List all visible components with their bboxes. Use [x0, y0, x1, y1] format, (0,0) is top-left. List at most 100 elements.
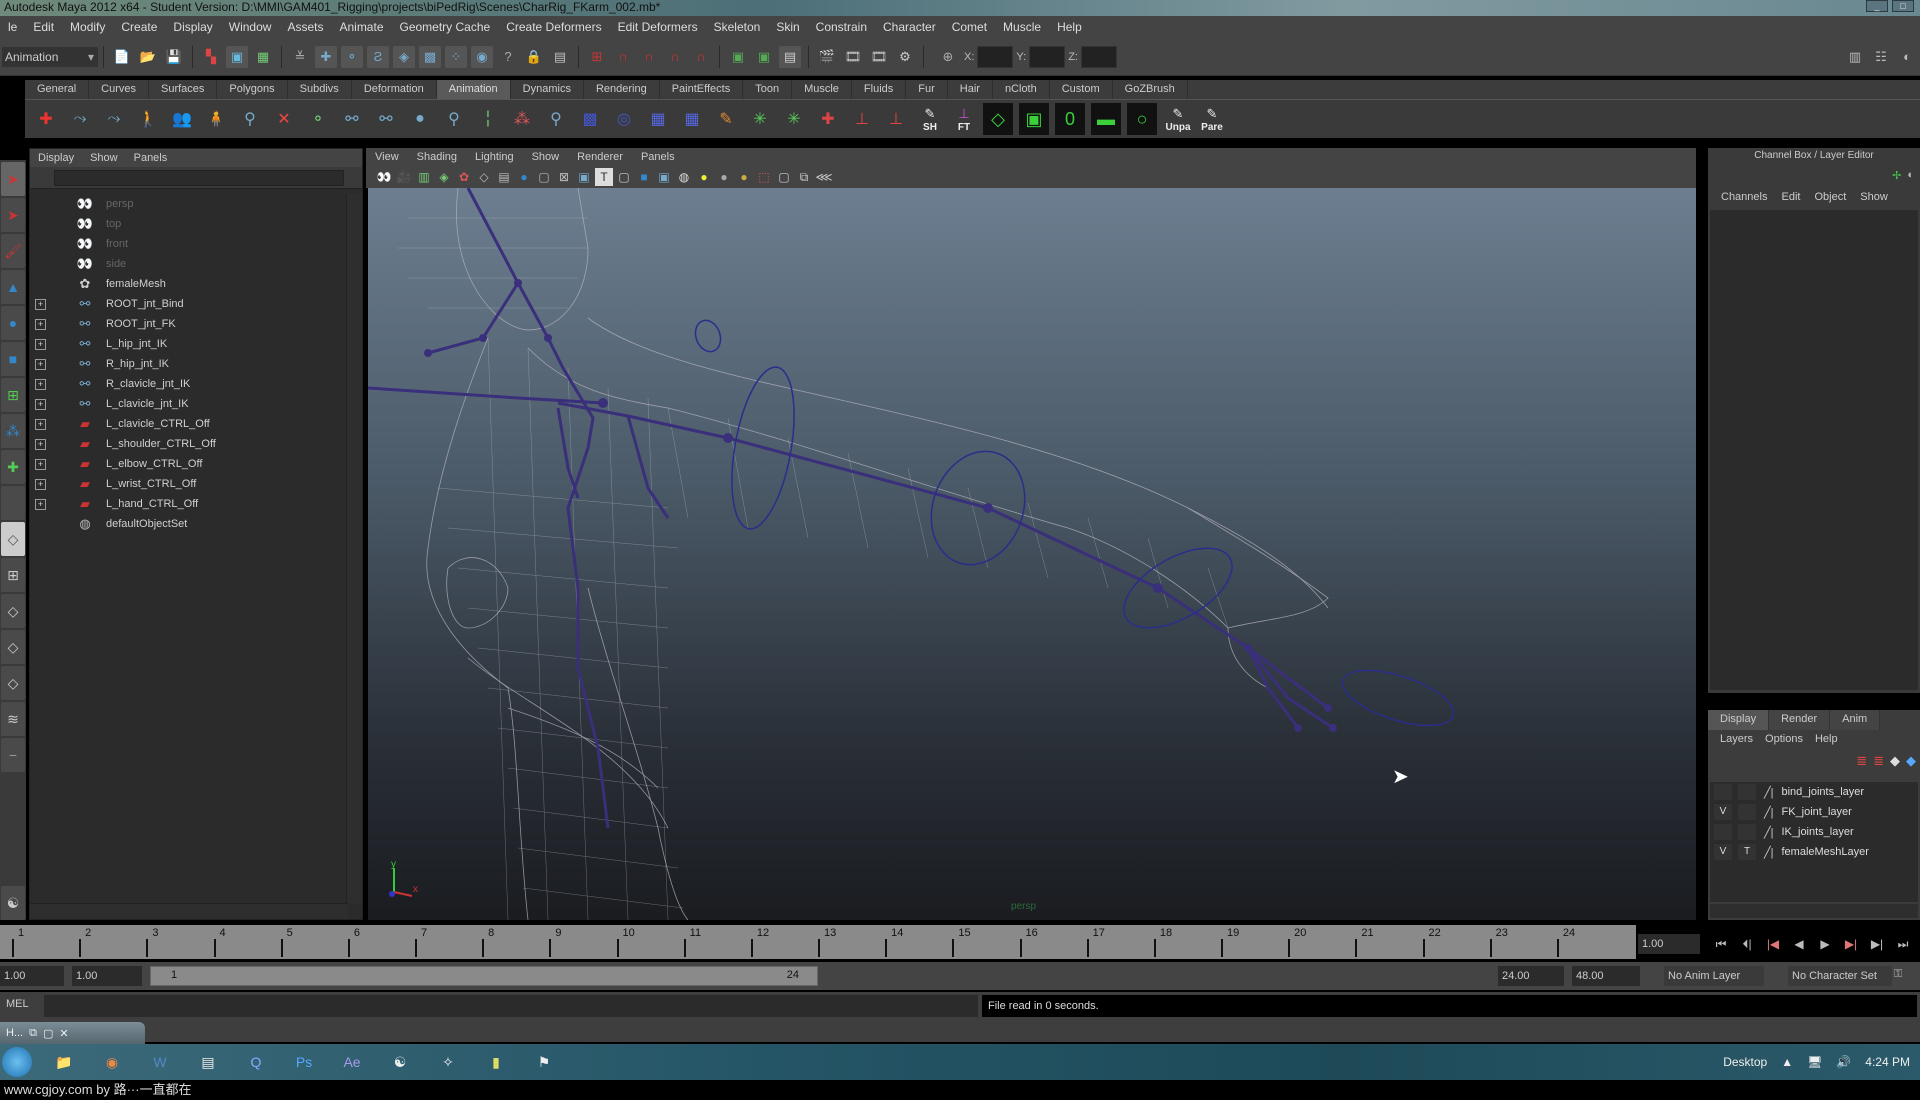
select-tool-icon[interactable]: ➤ [1, 162, 25, 196]
outliner-item[interactable]: + ▰ L_clavicle_CTRL_Off [30, 414, 344, 434]
render-view-icon[interactable]: 🎬 [816, 46, 838, 68]
create-empty-layer-icon[interactable]: ◆ [1890, 753, 1900, 769]
menu-create-deformers[interactable]: Create Deformers [498, 20, 609, 34]
desktop-toolbar-label[interactable]: Desktop [1723, 1055, 1767, 1069]
outliner-item[interactable]: + ⚯ ROOT_jnt_FK [30, 314, 344, 334]
menu-skeleton[interactable]: Skeleton [706, 20, 769, 34]
circle-curve-icon[interactable]: ○ [1127, 103, 1157, 135]
axis-tool-icon[interactable]: ⊥ [847, 103, 877, 135]
step-forward-key-icon[interactable]: ▶| [1840, 935, 1862, 953]
mode-selector[interactable]: Animation [2, 46, 98, 67]
outliner-item[interactable]: ◍ defaultObjectSet [30, 514, 344, 534]
layer-display-type-toggle[interactable] [1738, 784, 1756, 800]
close-icon[interactable]: ✕ [59, 1027, 68, 1040]
shelf-tab-surfaces[interactable]: Surfaces [149, 80, 218, 99]
display-toggle-icon[interactable]: ◐ [1907, 169, 1914, 181]
input-ops-icon[interactable]: ▣ [727, 46, 749, 68]
minimize-button[interactable]: _ [1866, 0, 1888, 12]
menu-modify[interactable]: Modify [62, 20, 113, 34]
layer-color-swatch-icon[interactable]: ╱| [1764, 826, 1773, 839]
outliner-item[interactable]: + ⚯ ROOT_jnt_Bind [30, 294, 344, 314]
channel-box-menu-channels[interactable]: Channels [1714, 191, 1774, 203]
maya-task-icon[interactable]: ☯ [378, 1047, 422, 1077]
character-set-dropdown[interactable]: No Character Set [1788, 966, 1892, 986]
select-dynamics-icon[interactable]: ⁘ [445, 45, 467, 68]
freeze-icon[interactable]: ⊥ [881, 103, 911, 135]
select-hierarchy-icon[interactable]: ▚ [200, 46, 222, 68]
notepad-task-icon[interactable]: ▤ [186, 1047, 230, 1077]
outliner-item[interactable]: 👀 side [30, 254, 344, 274]
select-object-icon[interactable]: ▣ [226, 45, 248, 68]
select-component-icon[interactable]: ▦ [252, 46, 274, 68]
new-scene-icon[interactable]: 📄 [111, 46, 133, 68]
save-scene-icon[interactable]: 💾 [163, 46, 185, 68]
layer-menu-help[interactable]: Help [1809, 733, 1844, 745]
shelf-tab-painteffects[interactable]: PaintEffects [660, 80, 744, 99]
four-pane-layout-icon[interactable]: ⊞ [1, 558, 25, 592]
maximize-button[interactable]: □ [1892, 0, 1914, 12]
layer-menu-options[interactable]: Options [1759, 733, 1809, 745]
open-scene-icon[interactable]: 📂 [137, 46, 159, 68]
viewport-menu-show[interactable]: Show [523, 151, 569, 163]
line-curve-icon[interactable]: ▬ [1091, 103, 1121, 135]
output-ops-icon[interactable]: ▣ [753, 46, 775, 68]
rotate-tool-icon[interactable]: ● [1, 306, 25, 340]
expand-toggle-icon[interactable]: + [35, 318, 46, 330]
layer-color-swatch-icon[interactable]: ╱| [1764, 846, 1773, 859]
camera-attributes-icon[interactable]: 🎥 [395, 168, 413, 186]
step-forward-frame-icon[interactable]: ▶| [1866, 935, 1888, 953]
expand-toggle-icon[interactable]: + [35, 458, 46, 470]
parent-constraint-icon[interactable]: ◎ [609, 103, 639, 135]
paint-select-icon[interactable]: 🖌 [1, 234, 25, 268]
safe-title-icon[interactable]: T [595, 168, 613, 186]
select-curves-icon[interactable]: Ƨ [367, 45, 389, 68]
ipr-render-icon[interactable]: 🎞 [868, 46, 890, 68]
last-tool-icon[interactable]: ✚ [1, 450, 25, 484]
scale-constraint-icon[interactable]: ▩ [575, 103, 605, 135]
shelf-tab-fluids[interactable]: Fluids [852, 80, 907, 99]
xray-joints-icon[interactable]: ⧉ [795, 168, 813, 186]
layer-row[interactable]: ╱| bind_joints_layer [1710, 782, 1918, 802]
shelf-tab-ncloth[interactable]: nCloth [993, 80, 1050, 99]
layer-display-type-toggle[interactable] [1738, 824, 1756, 840]
layer-horizontal-scrollbar[interactable] [1710, 904, 1918, 918]
move-layer-down-icon[interactable]: ≣ [1873, 753, 1884, 769]
orient-joint-icon[interactable]: ⚬ [303, 103, 333, 135]
snap-curve-icon[interactable]: ∩ [612, 46, 634, 68]
firefox-task-icon[interactable]: ◉ [90, 1047, 134, 1077]
range-slider[interactable]: 1 24 [150, 966, 818, 986]
layer-visibility-toggle[interactable] [1714, 824, 1732, 840]
tool-settings-toggle-icon[interactable]: ☷ [1870, 46, 1892, 68]
shelf-tab-toon[interactable]: Toon [743, 80, 793, 99]
quicktime-task-icon[interactable]: Q [234, 1047, 278, 1077]
outliner-search-input[interactable] [54, 169, 344, 186]
layer-row[interactable]: V ╱| FK_joint_layer [1710, 802, 1918, 822]
viewport-menu-renderer[interactable]: Renderer [568, 151, 632, 163]
mirror-joint-icon[interactable]: ⚯ [371, 103, 401, 135]
channel-box-menu-edit[interactable]: Edit [1774, 191, 1807, 203]
select-joints-icon[interactable]: ⚬ [341, 45, 363, 68]
diamond-curve-icon[interactable]: ◇ [983, 103, 1013, 135]
layer-color-swatch-icon[interactable]: ╱| [1764, 806, 1773, 819]
tool-task-icon[interactable]: ⚑ [522, 1047, 566, 1077]
set-key-icon[interactable]: ✚ [31, 103, 61, 135]
sh-button[interactable]: ✎ SH [915, 103, 945, 135]
outliner-horizontal-scrollbar[interactable] [30, 903, 348, 919]
outliner-menu-show[interactable]: Show [82, 152, 126, 164]
outliner-item[interactable]: 👀 top [30, 214, 344, 234]
paint-weights-icon[interactable]: ✎ [711, 103, 741, 135]
animation-start-field[interactable]: 1.00 [0, 966, 64, 986]
default-lighting-icon[interactable]: ● [695, 168, 713, 186]
insert-joint-icon[interactable]: ⚯ [337, 103, 367, 135]
grid-icon[interactable]: ◇ [475, 168, 493, 186]
locator-icon[interactable]: ✳ [745, 103, 775, 135]
shelf-tab-dynamics[interactable]: Dynamics [511, 80, 584, 99]
empty-tool-slot[interactable] [1, 486, 25, 520]
z-field[interactable] [1080, 45, 1117, 68]
menu-display[interactable]: Display [165, 20, 220, 34]
gate-mask-icon[interactable]: ▢ [535, 168, 553, 186]
menu-help[interactable]: Help [1049, 20, 1090, 34]
mask-icon[interactable]: ≚ [289, 46, 311, 68]
transform-mode-icon[interactable]: ⊕ [937, 46, 959, 68]
handle-icon[interactable]: ✚ [813, 103, 843, 135]
